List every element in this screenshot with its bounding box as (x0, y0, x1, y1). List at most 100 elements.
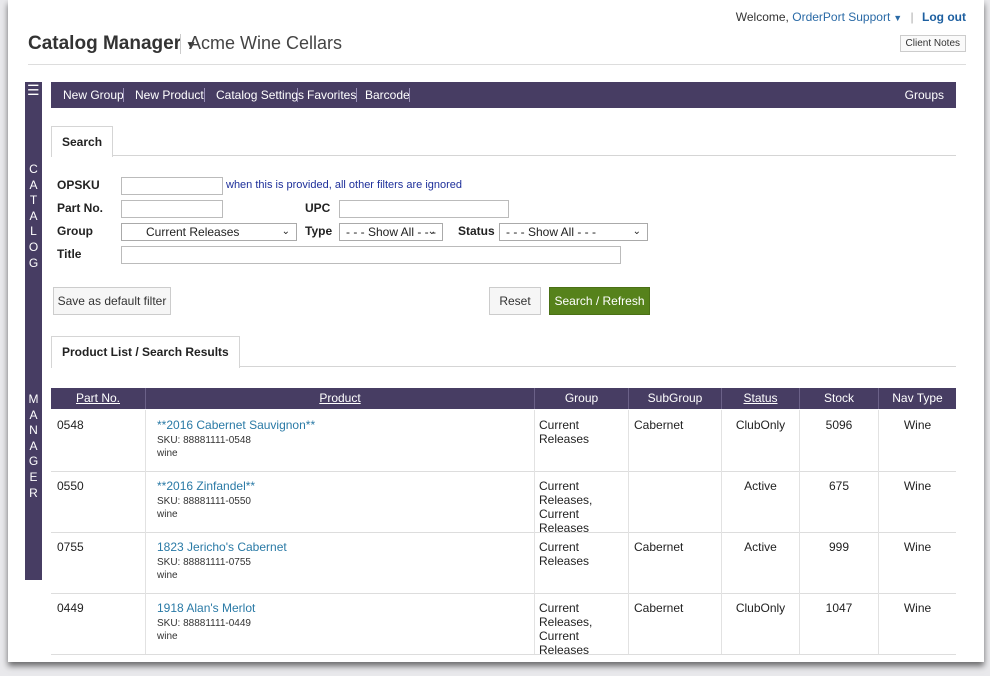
opsku-label: OPSKU (57, 178, 100, 192)
nav-favorites[interactable]: Favorites (307, 88, 356, 102)
product-sku: SKU: 88881111-0449 (157, 618, 251, 629)
nav-divider (204, 88, 205, 102)
table-row: 0550 **2016 Zinfandel** SKU: 88881111-05… (51, 471, 956, 535)
part-no-input[interactable] (121, 200, 223, 218)
col-group: Group (564, 391, 599, 405)
part-no-label: Part No. (57, 201, 104, 215)
cell-divider (628, 471, 629, 532)
nav-barcode[interactable]: Barcode (365, 88, 410, 102)
cell-product: 1823 Jericho's Cabernet SKU: 88881111-07… (157, 540, 287, 581)
cell-part-no: 0550 (57, 479, 84, 493)
welcome-text: Welcome, (735, 10, 789, 24)
nav-divider (356, 88, 357, 102)
type-selected: - - - Show All - - - (346, 225, 437, 239)
col-stock: Stock (823, 391, 854, 405)
type-select[interactable]: - - - Show All - - - ⌄ (339, 223, 443, 241)
group-select[interactable]: Current Releases ⌄ (121, 223, 297, 241)
table-row: 0755 1823 Jericho's Cabernet SKU: 888811… (51, 532, 956, 594)
app-title-menu[interactable]: Catalog Manager ▼ (28, 33, 197, 55)
cell-divider (534, 410, 535, 471)
product-sku: SKU: 88881111-0755 (157, 557, 251, 568)
product-link[interactable]: 1823 Jericho's Cabernet (157, 540, 287, 554)
tab-search[interactable]: Search (51, 126, 114, 157)
caret-down-icon: ▼ (893, 13, 903, 23)
chevron-down-icon: ⌄ (281, 226, 290, 237)
col-status[interactable]: Status (722, 388, 799, 409)
cell-group: Current Releases (539, 540, 590, 568)
group-selected: Current Releases (146, 225, 240, 239)
header-rule (28, 64, 966, 65)
col-part-no[interactable]: Part No. (51, 388, 145, 409)
cell-stock: 999 (828, 540, 850, 554)
cell-status: ClubOnly (735, 418, 786, 432)
cell-status: ClubOnly (735, 601, 786, 615)
cell-nav-type: Wine (903, 479, 932, 493)
app-window: Welcome, OrderPort Support ▼ | Log out Cl… (8, 0, 984, 662)
app-title: Catalog Manager (28, 33, 182, 54)
cell-nav-type: Wine (903, 601, 932, 615)
cell-nav-type: Wine (903, 540, 932, 554)
product-link[interactable]: **2016 Cabernet Sauvignon** (157, 418, 315, 432)
logout-link[interactable]: Log out (922, 10, 966, 24)
rail-letter: A (29, 177, 38, 192)
opsku-hint: when this is provided, all other filters… (226, 179, 463, 191)
cell-divider (534, 593, 535, 654)
product-nav-type: wine (157, 570, 178, 581)
title-input[interactable] (121, 246, 621, 264)
welcome-bar: Welcome, OrderPort Support ▼ | Log out (736, 10, 966, 24)
rail-letter: A (29, 208, 38, 223)
chevron-down-icon: ⌄ (427, 226, 436, 237)
product-nav-type: wine (157, 509, 178, 520)
reset-button[interactable]: Reset (489, 287, 541, 315)
cell-divider (628, 532, 629, 593)
cell-nav-type: Wine (903, 418, 932, 432)
cell-divider (145, 471, 146, 532)
rail-letter: G (28, 454, 39, 469)
product-sku: SKU: 88881111-0550 (157, 496, 251, 507)
nav-divider (297, 88, 298, 102)
tab-product-list[interactable]: Product List / Search Results (51, 336, 240, 368)
save-default-filter-button[interactable]: Save as default filter (53, 287, 171, 315)
hamburger-menu-icon[interactable]: ☰ (27, 82, 40, 99)
col-product[interactable]: Product (146, 388, 534, 409)
search-refresh-button[interactable]: Search / Refresh (549, 287, 650, 315)
side-rail-word-manager: M A N A G E R (25, 392, 42, 501)
user-name: OrderPort Support (792, 10, 891, 24)
table-row: 0548 **2016 Cabernet Sauvignon** SKU: 88… (51, 410, 956, 472)
cell-divider (534, 471, 535, 532)
rail-letter: O (28, 239, 39, 254)
nav-new-product[interactable]: New Product (135, 88, 204, 102)
cell-divider (534, 532, 535, 593)
cell-group: Current Releases, Current Releases (539, 601, 593, 657)
status-select[interactable]: - - - Show All - - - ⌄ (499, 223, 648, 241)
cell-divider (145, 593, 146, 654)
rail-letter: T (29, 193, 38, 208)
cell-group: Current Releases, Current Releases (539, 479, 593, 535)
cell-subgroup: Cabernet (634, 601, 684, 615)
rail-letter: N (29, 423, 38, 438)
cell-status: Active (744, 479, 777, 493)
nav-divider (409, 88, 410, 102)
opsku-input[interactable] (121, 177, 223, 195)
cell-divider (628, 410, 629, 471)
cell-part-no: 0449 (57, 601, 84, 615)
side-rail: ☰ C A T A L O G M A N A G E R (25, 82, 42, 580)
rail-letter: E (29, 469, 38, 484)
cell-group: Current Releases (539, 418, 590, 446)
upc-input[interactable] (339, 200, 509, 218)
product-link[interactable]: 1918 Alan's Merlot (157, 601, 255, 615)
user-menu[interactable]: OrderPort Support ▼ (792, 10, 902, 24)
cell-subgroup: Cabernet (634, 540, 684, 554)
cell-divider (628, 593, 629, 654)
product-link[interactable]: **2016 Zinfandel** (157, 479, 255, 493)
rail-letter: R (29, 485, 38, 500)
product-nav-type: wine (157, 448, 178, 459)
tab-rule (51, 155, 956, 156)
rail-letter: L (30, 224, 37, 239)
nav-catalog-settings[interactable]: Catalog Settings (216, 88, 304, 102)
nav-groups[interactable]: Groups (905, 88, 944, 102)
nav-new-group[interactable]: New Group (63, 88, 124, 102)
status-selected: - - - Show All - - - (506, 225, 597, 239)
client-notes-button[interactable]: Client Notes (899, 35, 966, 52)
cell-stock: 1047 (825, 601, 853, 615)
